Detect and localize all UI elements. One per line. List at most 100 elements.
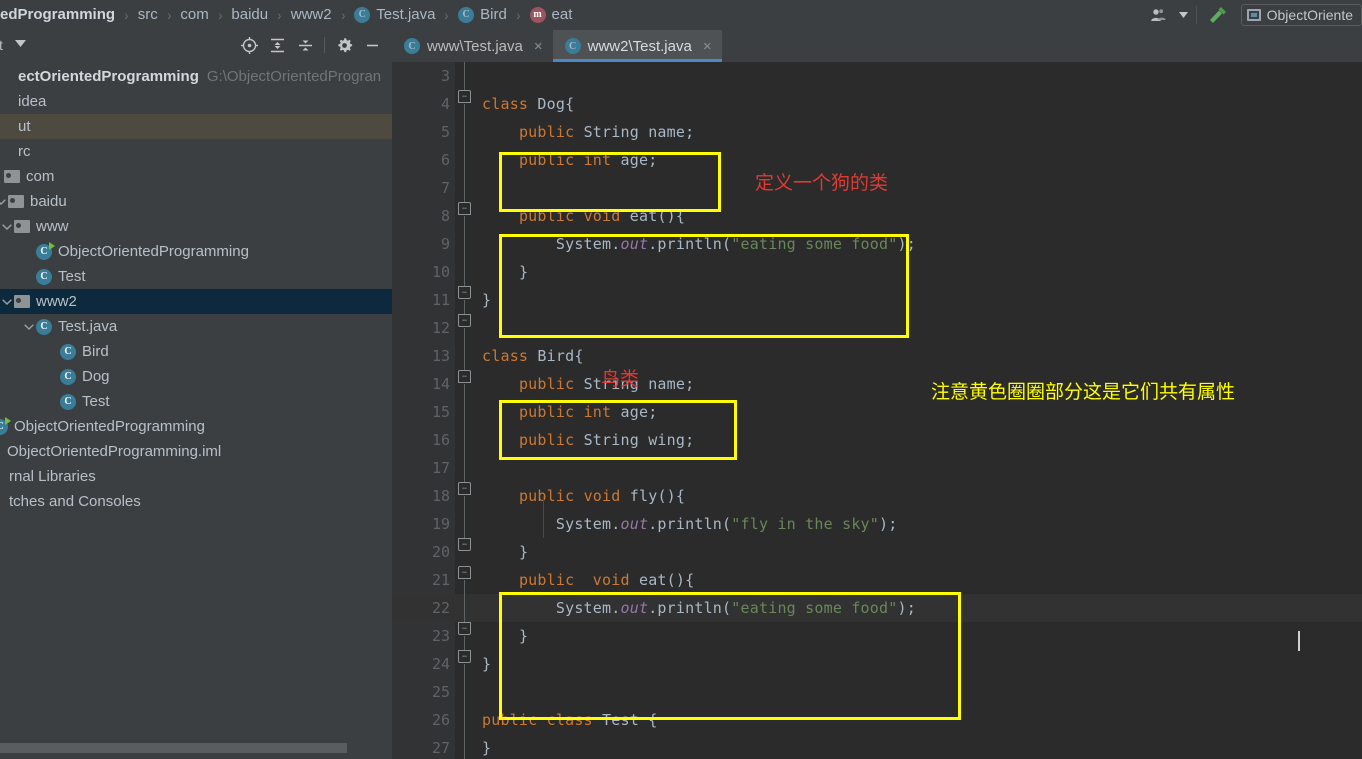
tree-item-test-java[interactable]: C Test.java	[0, 314, 392, 339]
chevron-down-icon[interactable]	[14, 39, 26, 50]
run-configuration-selector[interactable]: ObjectOriente	[1240, 4, 1362, 26]
fold-close-icon-line23[interactable]: −	[458, 622, 471, 635]
editor-tab-label: www\Test.java	[427, 37, 523, 55]
editor-tab-www-test-java[interactable]: Cwww\Test.java ×	[392, 30, 553, 62]
code-line-4[interactable]: 4 class Dog{	[392, 90, 1362, 118]
code-line-11[interactable]: 11}	[392, 286, 1362, 314]
code-line-27[interactable]: 27}	[392, 734, 1362, 759]
toolbar-divider	[1195, 6, 1197, 24]
tree-item-baidu[interactable]: baidu	[0, 189, 392, 214]
tree-item-ectorientedprogramming[interactable]: ectOrientedProgramming G:\ObjectOrientedP…	[0, 64, 392, 89]
code-editor[interactable]: 3 4 class Dog{5 public String name; 6 publi…	[392, 62, 1362, 759]
tree-item-rnal-libraries[interactable]: rnal Libraries	[0, 464, 392, 489]
editor-tab-www2-test-java[interactable]: Cwww2\Test.java ×	[552, 30, 722, 62]
tree-item-objectorientedprogramming[interactable]: CObjectOrientedProgramming	[0, 239, 392, 264]
tree-item-objectorientedprogramming-iml[interactable]: ObjectOrientedProgramming.iml	[0, 439, 392, 464]
breadcrumb-item-label: baidu	[231, 6, 269, 23]
line-number: 5	[440, 123, 450, 141]
code-line-25[interactable]: 25	[392, 678, 1362, 706]
fold-open-icon-line21[interactable]: −	[458, 566, 471, 579]
tree-item-label: ObjectOrientedProgramming	[14, 418, 205, 435]
code-line-23[interactable]: 23 }	[392, 622, 1362, 650]
sidebar-horizontal-scrollbar[interactable]	[0, 743, 392, 753]
code-line-26[interactable]: 26 public class Test {	[392, 706, 1362, 734]
class-icon: C	[458, 7, 475, 23]
folder-icon	[8, 195, 24, 208]
fold-close-icon-line24[interactable]: −	[458, 650, 471, 663]
fold-open-icon-line8[interactable]: −	[458, 202, 471, 215]
breadcrumb-item-label: Test.java	[376, 6, 436, 23]
code-line-22[interactable]: 22 System.out.println("eating some food"…	[392, 594, 1362, 622]
expand-all-icon[interactable]	[263, 31, 291, 59]
code-line-10[interactable]: 10 }	[392, 258, 1362, 286]
breadcrumb-item-src[interactable]: src	[138, 0, 158, 30]
code-line-21[interactable]: 21 public void eat(){	[392, 566, 1362, 594]
fold-open-icon-line18[interactable]: −	[458, 482, 471, 495]
breadcrumb-item-test-java[interactable]: C Test.java	[354, 0, 435, 30]
tree-item-tches-and-consoles[interactable]: tches and Consoles	[0, 489, 392, 514]
chevron-down-icon[interactable]	[1176, 0, 1192, 30]
code-line-8[interactable]: 8 public void eat(){	[392, 202, 1362, 230]
tree-item-dog[interactable]: C Dog	[0, 364, 392, 389]
tree-item-bird[interactable]: C Bird	[0, 339, 392, 364]
code-line-13[interactable]: 13 class Bird{	[392, 342, 1362, 370]
breadcrumb[interactable]: edProgramming › src › com › baidu › www2 › C Test.j…	[0, 0, 572, 30]
breadcrumb-item-com[interactable]: com	[180, 0, 208, 30]
fold-close-icon-line11[interactable]: −	[458, 314, 471, 327]
settings-gear-icon[interactable]	[330, 31, 358, 59]
fold-close-icon-line20[interactable]: −	[458, 538, 471, 551]
tree-item-test[interactable]: C Test	[0, 389, 392, 414]
tree-item-rc[interactable]: rc	[0, 139, 392, 164]
code-line-17[interactable]: 17	[392, 454, 1362, 482]
close-icon[interactable]: ×	[534, 39, 543, 54]
tree-item-www[interactable]: www	[0, 214, 392, 239]
breadcrumb-item-baidu[interactable]: baidu	[231, 0, 268, 30]
tree-item-label: baidu	[30, 193, 67, 210]
chevron-down-icon[interactable]	[0, 298, 14, 305]
fold-open-icon-line13[interactable]: −	[458, 370, 471, 383]
collapse-all-icon[interactable]	[291, 31, 319, 59]
code-line-16[interactable]: 16 public String wing;	[392, 426, 1362, 454]
project-panel-title[interactable]: ct	[0, 37, 26, 53]
tree-item-com[interactable]: com	[0, 164, 392, 189]
breadcrumb-item-www2[interactable]: www2	[291, 0, 332, 30]
code-line-9[interactable]: 9 System.out.println("eating some food")…	[392, 230, 1362, 258]
fold-line	[464, 328, 465, 372]
fold-close-icon-line10[interactable]: −	[458, 286, 471, 299]
project-tree[interactable]: ectOrientedProgramming G:\ObjectOrientedP…	[0, 60, 392, 729]
breadcrumb-item-edprogramming[interactable]: edProgramming	[0, 0, 115, 30]
code-line-20[interactable]: 20 }	[392, 538, 1362, 566]
code-text: System.out.println("fly in the sky");	[555, 515, 898, 533]
code-line-3[interactable]: 3	[392, 62, 1362, 90]
locate-icon[interactable]	[235, 31, 263, 59]
editor-tab-bar: Cwww\Test.java × Cwww2\Test.java ×	[392, 30, 1362, 62]
class-icon: C	[60, 343, 76, 360]
tree-item-test[interactable]: C Test	[0, 264, 392, 289]
code-text: public int age;	[518, 151, 658, 169]
chevron-down-icon[interactable]	[0, 223, 14, 230]
code-line-24[interactable]: 24}	[392, 650, 1362, 678]
code-line-5[interactable]: 5 public String name;	[392, 118, 1362, 146]
tree-item-idea[interactable]: idea	[0, 89, 392, 114]
code-text: public int age;	[518, 403, 658, 421]
tree-item-www2[interactable]: www2	[0, 289, 392, 314]
tree-item-ut[interactable]: ut	[0, 114, 392, 139]
close-icon[interactable]: ×	[703, 39, 712, 54]
breadcrumb-item-eat[interactable]: m eat	[529, 0, 572, 30]
top-breadcrumb-bar: edProgramming › src › com › baidu › www2 › C Test.j…	[0, 0, 1362, 30]
code-line-12[interactable]: 12	[392, 314, 1362, 342]
code-line-19[interactable]: 19 System.out.println("fly in the sky");	[392, 510, 1362, 538]
tree-item-objectorientedprogramming[interactable]: CObjectOrientedProgramming	[0, 414, 392, 439]
line-number: 6	[440, 151, 450, 169]
chevron-down-icon[interactable]	[22, 323, 36, 330]
ide-window: edProgramming › src › com › baidu › www2 › C Test.j…	[0, 0, 1362, 759]
chevron-down-icon[interactable]	[0, 198, 8, 205]
fold-open-icon-line4[interactable]: −	[458, 90, 471, 103]
code-line-18[interactable]: 18 public void fly(){	[392, 482, 1362, 510]
code-text: public String name;	[518, 123, 695, 141]
tree-item-label: ObjectOrientedProgramming.iml	[7, 443, 222, 460]
user-avatar-icon[interactable]	[1142, 0, 1176, 30]
hammer-icon[interactable]	[1201, 0, 1235, 30]
breadcrumb-item-bird[interactable]: C Bird	[458, 0, 507, 30]
hide-panel-icon[interactable]	[358, 31, 386, 59]
